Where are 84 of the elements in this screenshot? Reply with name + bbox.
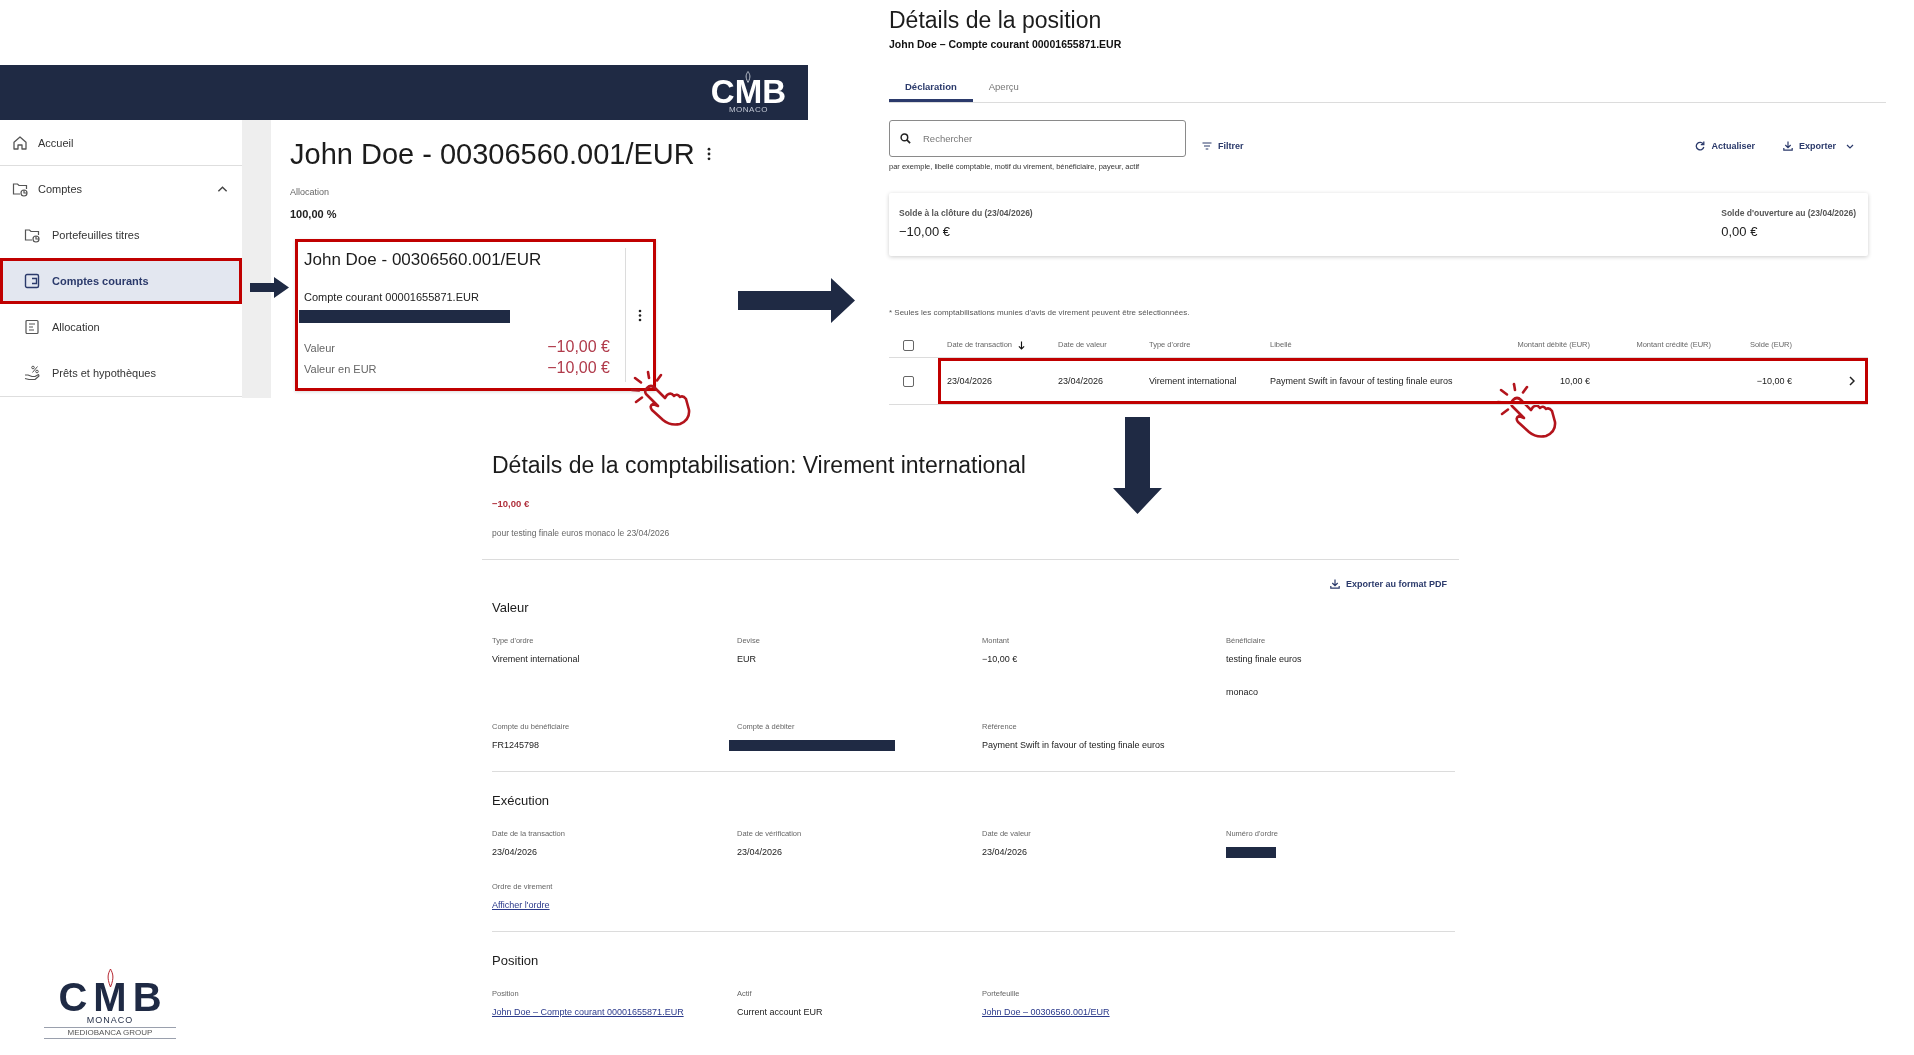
table-cell: Payment Swift in favour of testing finale euros <box>1270 375 1453 387</box>
table-cell: −10,00 € <box>1756 375 1792 387</box>
field-value: Virement international <box>492 653 580 666</box>
hand-coins-icon <box>24 365 40 381</box>
right-arrow-icon <box>738 278 855 323</box>
logo-subtitle: MONACO <box>728 105 768 114</box>
link[interactable]: Afficher l'ordre <box>492 900 550 910</box>
checkbox[interactable] <box>903 339 914 351</box>
export-pdf-button[interactable]: Exporter au format PDF <box>1329 578 1447 590</box>
search-field[interactable]: Rechercher <box>889 120 1186 157</box>
tab[interactable]: Aperçu <box>972 72 1035 102</box>
value-label: Valeur en EUR <box>304 362 377 377</box>
page-subtitle: John Doe – Compte courant 00001655871.EUR <box>889 37 1123 51</box>
field-value: 23/04/2026 <box>737 846 783 859</box>
redaction-bar <box>1226 847 1276 858</box>
link[interactable]: John Doe – Compte courant 00001655871.EUR <box>492 1007 684 1017</box>
down-arrow-icon <box>1113 417 1162 514</box>
page-title: Détails de la position <box>889 6 1103 34</box>
value-label: Valeur <box>304 341 335 356</box>
amount-value: −10,00 € <box>547 358 610 377</box>
field-value: −10,00 € <box>982 653 1018 666</box>
folder-chart-icon <box>12 181 28 197</box>
refresh-icon <box>1695 141 1706 151</box>
home-icon <box>12 134 28 151</box>
balance-label: Solde à la clôture du (23/04/2026) <box>899 207 1033 219</box>
account-card[interactable]: John Doe - 00306560.001/EUR Compte courant 00001655871.EUR Valeur −10,00 € Valeur en EUR −10,00 € <box>295 239 656 391</box>
logo-tagline: MEDIOBANCA GROUP <box>44 1027 176 1039</box>
balance-value: −10,00 € <box>899 223 950 241</box>
more-icon[interactable] <box>706 147 711 161</box>
amount-value: −10,00 € <box>547 337 610 356</box>
refresh-button[interactable]: Actualiser <box>1695 140 1755 152</box>
sidebar-item[interactable]: Comptes courants <box>0 258 242 304</box>
field-value: Current account EUR <box>737 1006 823 1019</box>
sidebar-item[interactable]: Prêts et hypothèques <box>0 350 242 396</box>
sidebar-item[interactable]: Portefeuilles titres <box>0 212 242 258</box>
table-cell: 10,00 € <box>1559 375 1590 387</box>
field-value: EUR <box>737 653 756 666</box>
page-title: Détails de la comptabilisation: Virement international <box>491 451 1027 479</box>
arrow-down-icon <box>1018 340 1026 350</box>
field-value: 23/04/2026 <box>492 846 538 859</box>
wallet-icon <box>24 273 40 289</box>
logo-subtitle: MONACO <box>86 1015 134 1025</box>
sidebar-item[interactable]: Allocation <box>0 304 242 350</box>
checkbox[interactable] <box>903 375 914 387</box>
allocation-value: 100,00 % <box>290 207 338 221</box>
booking-description: pour testing finale euros monaco le 23/04/2026 <box>491 527 671 540</box>
selection-note: * Seules les comptabilisations munies d'avis de virement peuvent être sélectionnées. <box>889 307 1191 319</box>
field-value: Payment Swift in favour of testing finale euros <box>982 739 1165 752</box>
field-value: monaco <box>1226 686 1259 699</box>
table-cell: Virement international <box>1149 375 1237 387</box>
field-value: FR1245798 <box>492 739 540 752</box>
more-icon[interactable] <box>637 308 642 322</box>
account-title: John Doe - 00306560.001/EUR <box>290 137 695 171</box>
field-value: testing finale euros <box>1226 653 1302 666</box>
balance-label: Solde d'ouverture au (23/04/2026) <box>1721 207 1856 219</box>
allocation-label: Allocation <box>290 186 331 198</box>
amount-value: −10,00 € <box>491 497 531 511</box>
folder-chart-icon <box>24 227 40 243</box>
section-title: Position <box>492 952 540 970</box>
chevron-right-icon[interactable] <box>1849 376 1855 386</box>
table-row[interactable]: 23/04/2026 23/04/2026 Virement international Payment Swift in favour of testing finale euros 10,00 € −10,00 € <box>938 358 1868 404</box>
balance-value: 0,00 € <box>1721 223 1758 241</box>
section-title: Valeur <box>492 599 530 617</box>
table-cell: 23/04/2026 <box>1058 375 1104 387</box>
download-icon <box>1783 141 1793 151</box>
card-subtitle: Compte courant 00001655871.EUR <box>304 290 480 304</box>
search-icon <box>900 133 911 144</box>
download-icon <box>1329 579 1340 589</box>
chevron-up-icon[interactable] <box>217 185 228 193</box>
table-cell: 23/04/2026 <box>947 375 993 387</box>
link[interactable]: John Doe – 00306560.001/EUR <box>982 1007 1110 1017</box>
filter-button[interactable]: Filtrer <box>1202 140 1244 152</box>
chevron-down-icon <box>1846 143 1854 149</box>
sidebar-item[interactable]: Comptes <box>0 166 242 212</box>
export-button[interactable]: Exporter <box>1783 140 1854 152</box>
field-value: 23/04/2026 <box>982 846 1028 859</box>
card-title: John Doe - 00306560.001/EUR <box>304 250 543 270</box>
document-icon <box>24 319 40 335</box>
tab[interactable]: Déclaration <box>889 72 973 102</box>
right-arrow-icon <box>250 277 289 298</box>
section-title: Exécution <box>492 792 551 810</box>
filter-icon <box>1202 141 1212 151</box>
logo-wordmark: CMB <box>58 980 168 1014</box>
logo-wordmark: CMB <box>710 78 786 105</box>
